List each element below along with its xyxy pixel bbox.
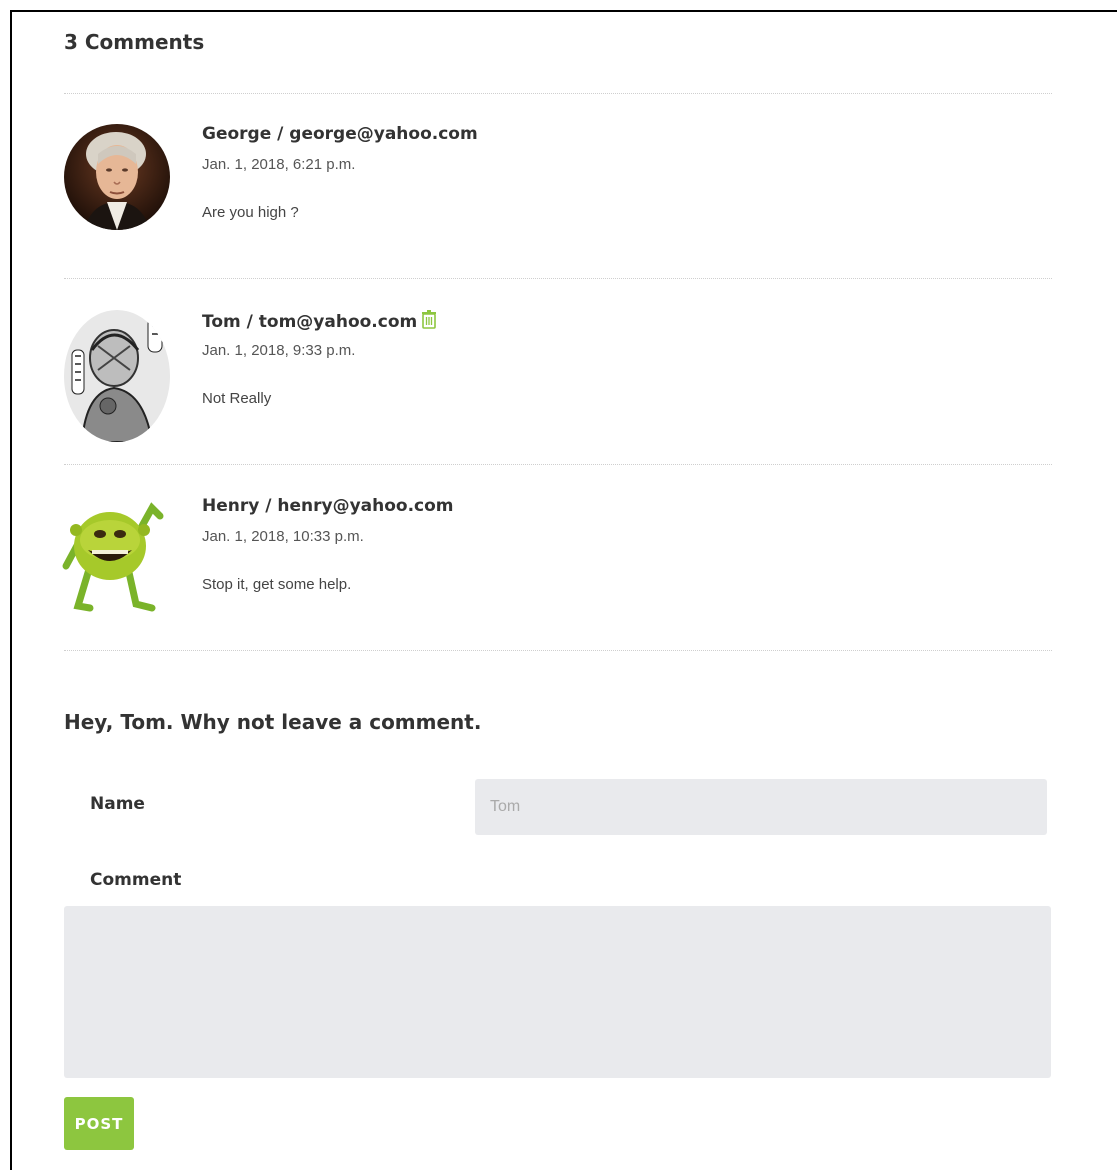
comment-author: George / george@yahoo.com [202,124,478,144]
comment-text: Are you high ? [202,204,299,221]
comment-date: Jan. 1, 2018, 6:21 p.m. [202,156,356,173]
george-washington-portrait-avatar [64,124,170,230]
avatar [64,124,170,230]
name-input[interactable] [475,779,1047,835]
comment-author: Tom / tom@yahoo.com [202,310,437,334]
comment-form-heading: Hey, Tom. Why not leave a comment. [64,710,482,734]
divider [64,278,1052,279]
comment-item: Tom / tom@yahoo.com Jan. 1, 2018, 9:33 p… [64,310,1052,442]
divider [64,650,1052,651]
trash-icon[interactable] [421,310,437,334]
divider [64,93,1052,94]
comment-label: Comment [90,870,182,890]
comment-item: Henry / henry@yahoo.com Jan. 1, 2018, 10… [60,496,1052,616]
comment-date: Jan. 1, 2018, 9:33 p.m. [202,342,356,359]
comment-textarea[interactable] [64,906,1051,1078]
green-cartoon-creature-avatar [60,496,170,616]
name-label: Name [90,794,145,814]
comment-text: Not Really [202,390,272,407]
avatar [64,310,170,442]
comment-date: Jan. 1, 2018, 10:33 p.m. [202,528,364,545]
comment-count-heading: 3 Comments [64,30,205,54]
post-button[interactable]: POST [64,1097,134,1150]
avatar [60,496,170,616]
comment-item: George / george@yahoo.com Jan. 1, 2018, … [64,124,1052,244]
divider [64,464,1052,465]
manga-sketch-avatar [64,310,170,442]
comment-author: Henry / henry@yahoo.com [202,496,454,516]
comment-text: Stop it, get some help. [202,576,352,593]
comment-author-name: Tom / tom@yahoo.com [202,312,418,332]
